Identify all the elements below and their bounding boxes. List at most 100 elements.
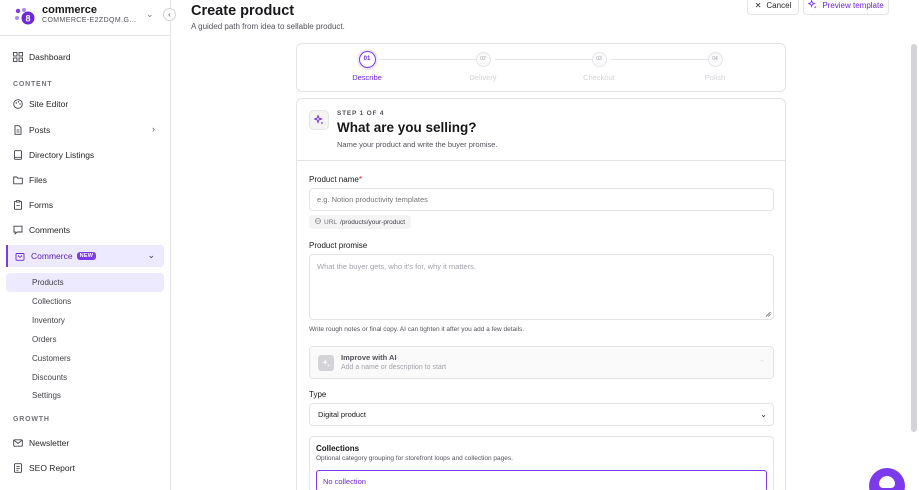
- report-icon: [13, 463, 23, 473]
- sidebar-item-label: Newsletter: [29, 438, 70, 448]
- sidebar-item-posts[interactable]: Posts ›: [6, 119, 164, 141]
- sidebar-item-seo-report[interactable]: SEO Report: [6, 457, 164, 479]
- chat-bubble-icon: [879, 476, 895, 488]
- sidebar-item-label: Posts: [29, 125, 51, 135]
- step-number: 04: [707, 52, 723, 67]
- palette-icon: [13, 99, 23, 109]
- page-title: Create product: [191, 3, 295, 19]
- sidebar-item-label: Dashboard: [29, 52, 71, 62]
- preview-template-button[interactable]: Preview template: [803, 0, 889, 15]
- step-describe[interactable]: 01 Describe: [327, 51, 407, 82]
- step-label: Delivery: [469, 73, 497, 82]
- collections-panel: Collections Optional category grouping f…: [309, 436, 774, 490]
- step-checkout[interactable]: 03 Checkout: [559, 52, 639, 82]
- step-polish[interactable]: 04 Polish: [675, 52, 755, 82]
- workspace-switcher[interactable]: 8 commerce COMMERCE-E2ZDQM.GRIGORYAN ⌄: [0, 0, 170, 36]
- sidebar-item-label: Comments: [29, 225, 71, 235]
- sidebar-item-label: Directory Listings: [29, 150, 95, 160]
- cancel-button[interactable]: ✕ Cancel: [747, 0, 799, 15]
- step-description: Name your product and write the buyer pr…: [337, 140, 498, 149]
- close-icon: ✕: [754, 1, 762, 10]
- improve-with-ai-button[interactable]: Improve with AI Add a name or descriptio…: [309, 346, 774, 379]
- sidebar-subitem-settings[interactable]: Settings: [6, 386, 164, 405]
- sidebar-item-dashboard[interactable]: Dashboard: [6, 46, 164, 68]
- sparkles-icon: [807, 0, 817, 11]
- step-kicker: STEP 1 OF 4: [337, 110, 385, 117]
- sparkles-icon: [309, 110, 329, 130]
- clipboard-icon: [13, 200, 23, 210]
- label-text: Product name: [309, 175, 359, 184]
- collections-subtitle: Optional category grouping for storefron…: [316, 455, 513, 462]
- sidebar-subitem-orders[interactable]: Orders: [6, 330, 164, 349]
- required-mark: *: [358, 175, 362, 184]
- step-delivery[interactable]: 02 Delivery: [443, 52, 523, 82]
- sidebar-item-label: Forms: [29, 200, 54, 210]
- document-icon: [13, 125, 23, 135]
- chevron-right-icon[interactable]: ›: [152, 124, 155, 134]
- step-number: 02: [475, 52, 491, 67]
- chevron-left-icon: ‹: [168, 10, 171, 19]
- product-form-card: STEP 1 OF 4 What are you selling? Name y…: [296, 98, 786, 490]
- url-value: /products/your-product: [340, 218, 406, 226]
- sidebar-item-comments[interactable]: Comments: [6, 219, 164, 241]
- sidebar-item-label: Commerce: [31, 251, 73, 261]
- page-scrollbar[interactable]: [909, 0, 919, 490]
- new-badge: NEW: [76, 252, 97, 260]
- product-promise-label: Product promise: [309, 241, 368, 250]
- step-label: Polish: [704, 73, 726, 82]
- chevron-down-icon: ⌄: [146, 9, 154, 19]
- mail-icon: [13, 438, 23, 448]
- step-label: Checkout: [583, 73, 615, 82]
- book-icon: [13, 150, 23, 160]
- product-promise-textarea[interactable]: What the buyer gets, who it's for, why i…: [309, 254, 774, 320]
- product-name-input[interactable]: [309, 188, 774, 211]
- sidebar-item-label: SEO Report: [29, 463, 75, 473]
- sparkles-icon: [318, 355, 334, 371]
- sidebar-item-label: Site Editor: [29, 99, 69, 109]
- sidebar-item-site-editor[interactable]: Site Editor: [6, 93, 164, 115]
- type-label: Type: [309, 390, 327, 399]
- sidebar-item-files[interactable]: Files: [6, 169, 164, 191]
- step-number: 01: [358, 51, 376, 68]
- sidebar-subitem-customers[interactable]: Customers: [6, 349, 164, 368]
- workspace-id: COMMERCE-E2ZDQM.GRIGORYAN: [42, 17, 140, 24]
- cancel-label: Cancel: [766, 1, 792, 10]
- step-title: What are you selling?: [337, 120, 477, 135]
- collection-option-none[interactable]: No collection: [316, 470, 767, 490]
- page-subtitle: A guided path from idea to sellable prod…: [191, 22, 345, 31]
- scrollbar-thumb[interactable]: [911, 44, 917, 432]
- section-header-growth: GROWTH: [13, 416, 50, 423]
- sidebar: 8 commerce COMMERCE-E2ZDQM.GRIGORYAN ⌄ D…: [0, 0, 171, 490]
- shopping-bag-icon: [15, 251, 25, 261]
- collapse-sidebar-button[interactable]: ‹: [163, 8, 176, 21]
- chevron-down-icon[interactable]: ⌄: [147, 250, 155, 261]
- sidebar-subitem-discounts[interactable]: Discounts: [6, 368, 164, 387]
- textarea-placeholder: What the buyer gets, who it's for, why i…: [317, 262, 476, 271]
- chevron-down-icon: ⌄: [760, 410, 767, 419]
- collections-title: Collections: [316, 444, 360, 453]
- ai-subtitle: Add a name or description to start: [341, 364, 447, 371]
- chat-launcher-button[interactable]: [869, 468, 905, 490]
- sidebar-item-commerce[interactable]: Commerce NEW ⌄: [6, 245, 164, 267]
- workspace-name: commerce: [42, 4, 98, 16]
- product-name-label: Product name*: [309, 175, 362, 184]
- promise-hint: Write rough notes or final copy. AI can …: [309, 326, 525, 333]
- resize-handle-icon[interactable]: [765, 311, 771, 317]
- sidebar-subitem-products[interactable]: Products: [6, 273, 164, 292]
- grid-icon: [13, 52, 23, 62]
- url-preview: URL /products/your-product: [309, 215, 412, 229]
- sidebar-subitem-collections[interactable]: Collections: [6, 292, 164, 311]
- sidebar-item-label: Files: [29, 175, 47, 185]
- sidebar-subitem-inventory[interactable]: Inventory: [6, 311, 164, 330]
- card-header: STEP 1 OF 4 What are you selling? Name y…: [297, 99, 785, 161]
- svg-text:8: 8: [25, 14, 30, 24]
- preview-label: Preview template: [822, 1, 884, 10]
- workspace-logo-icon: 8: [14, 7, 36, 25]
- sidebar-item-newsletter[interactable]: Newsletter: [6, 432, 164, 454]
- type-select[interactable]: Digital product ⌄: [309, 403, 774, 426]
- sidebar-item-forms[interactable]: Forms: [6, 194, 164, 216]
- step-label: Describe: [352, 73, 382, 82]
- arrow-right-icon: →: [758, 357, 765, 364]
- sidebar-item-directory-listings[interactable]: Directory Listings: [6, 144, 164, 166]
- progress-stepper: 01 Describe 02 Delivery 03 Checkout 04 P…: [296, 43, 786, 92]
